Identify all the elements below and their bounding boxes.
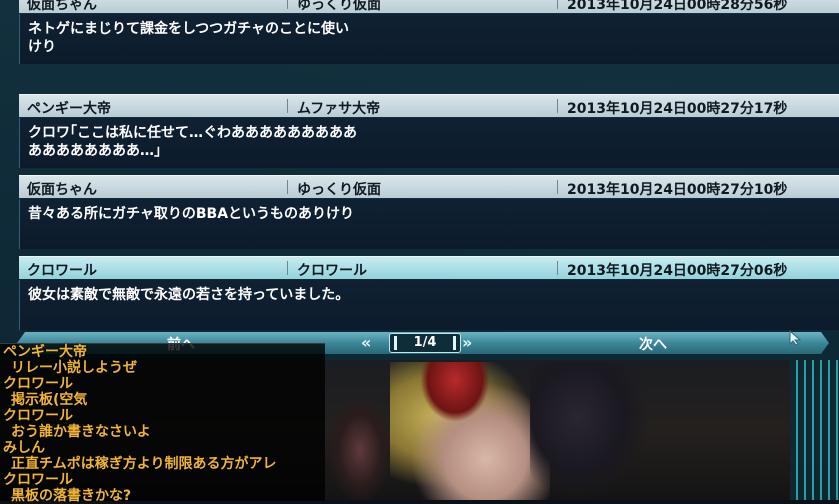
post-message: 彼女は素敵で無敵で永遠の若さを持っていました。 (28, 287, 350, 303)
post-header: クロワール クロワール 2013年10月24日00時27分06秒 (19, 256, 839, 279)
chat-entry: クロワール 掲示板(空気 (0, 376, 325, 408)
column-divider (287, 180, 288, 194)
scene-wall-panel (790, 360, 839, 500)
chat-entry: クロワール おう誰か書きなさいよ (0, 408, 325, 440)
post-body: 彼女は素敵で無敵で永遠の若さを持っていました。 (19, 280, 839, 330)
chat-message: おう誰か書きなさいよ (11, 424, 151, 440)
chat-entry: クロワール 黒板の落書きかな? (0, 472, 325, 504)
post-item[interactable]: 仮面ちゃん ゆっくり仮面 2013年10月24日00時28分56秒 ネトゲにまじ… (19, 0, 839, 68)
column-divider (557, 261, 558, 275)
post-message: 昔々ある所にガチャ取りのBBAというものありけり (28, 206, 355, 222)
post-body: 昔々ある所にガチャ取りのBBAというものありけり (19, 199, 839, 249)
post-timestamp: 2013年10月24日00時27分06秒 (567, 263, 788, 279)
post-recipient: ゆっくり仮面 (297, 182, 381, 198)
chat-sender: クロワール (3, 408, 73, 424)
chat-message: 黒板の落書きかな? (11, 488, 132, 504)
post-timestamp: 2013年10月24日00時27分17秒 (567, 101, 788, 117)
column-divider (557, 0, 558, 9)
scene-character-maid (530, 362, 650, 500)
chat-message: 正直チムポは稼ぎ方より制限ある方がアレ (11, 456, 277, 472)
column-divider (287, 99, 288, 113)
post-item[interactable]: ペンギー大帝 ムファサ大帝 2013年10月24日00時27分17秒 クロワ｢こ… (19, 94, 839, 172)
chevron-right-icon[interactable]: » (462, 333, 473, 352)
chat-entry: みしん 正直チムポは稼ぎ方より制限ある方がアレ (0, 440, 325, 472)
post-author: クロワール (27, 263, 97, 279)
chat-message: リレー小説しようぜ (11, 360, 137, 376)
chat-entry: ペンギー大帝 リレー小説しようぜ (0, 344, 325, 376)
post-timestamp: 2013年10月24日00時28分56秒 (567, 0, 788, 13)
column-divider (557, 99, 558, 113)
next-page-button[interactable]: 次へ (639, 334, 667, 354)
bulletin-board-window: 仮面ちゃん ゆっくり仮面 2013年10月24日00時28分56秒 ネトゲにまじ… (0, 0, 839, 360)
chat-sender: みしん (3, 440, 45, 456)
post-message: クロワ｢ここは私に任せて…ぐわあああああああああああああああああ…」 (28, 125, 357, 159)
post-body: ネトゲにまじりて課金をしつつガチャのことに使いけり (19, 14, 839, 64)
chat-message: 掲示板(空気 (11, 392, 88, 408)
scene-prop (330, 400, 390, 500)
post-recipient: ムファサ大帝 (297, 101, 381, 117)
chat-sender: ペンギー大帝 (3, 344, 87, 360)
chat-sender: クロワール (3, 376, 73, 392)
post-header: 仮面ちゃん ゆっくり仮面 2013年10月24日00時28分56秒 (19, 0, 839, 13)
post-item-selected[interactable]: クロワール クロワール 2013年10月24日00時27分06秒 彼女は素敵で無… (19, 256, 839, 334)
column-divider (557, 180, 558, 194)
page-indicator: 1/4 (389, 333, 461, 353)
scene-character-red-outfit (420, 362, 490, 422)
post-header: ペンギー大帝 ムファサ大帝 2013年10月24日00時27分17秒 (19, 94, 839, 117)
post-author: ペンギー大帝 (27, 101, 111, 117)
column-divider (287, 0, 288, 9)
post-author: 仮面ちゃん (27, 0, 97, 13)
chat-sender: クロワール (3, 472, 73, 488)
post-recipient: クロワール (297, 263, 367, 279)
post-body: クロワ｢ここは私に任せて…ぐわあああああああああああああああああ…」 (19, 118, 839, 168)
chevron-left-icon[interactable]: « (361, 333, 372, 352)
mouse-cursor-icon (789, 329, 802, 346)
post-message: ネトゲにまじりて課金をしつつガチャのことに使いけり (28, 21, 350, 55)
post-timestamp: 2013年10月24日00時27分10秒 (567, 182, 788, 198)
page-indicator-text: 1/4 (413, 335, 437, 350)
post-header: 仮面ちゃん ゆっくり仮面 2013年10月24日00時27分10秒 (19, 175, 839, 198)
column-divider (287, 261, 288, 275)
post-author: 仮面ちゃん (27, 182, 97, 198)
post-recipient: ゆっくり仮面 (297, 0, 381, 13)
post-item[interactable]: 仮面ちゃん ゆっくり仮面 2013年10月24日00時27分10秒 昔々ある所に… (19, 175, 839, 253)
chat-log[interactable]: ペンギー大帝 リレー小説しようぜ クロワール 掲示板(空気 クロワール おう誰か… (0, 343, 325, 504)
